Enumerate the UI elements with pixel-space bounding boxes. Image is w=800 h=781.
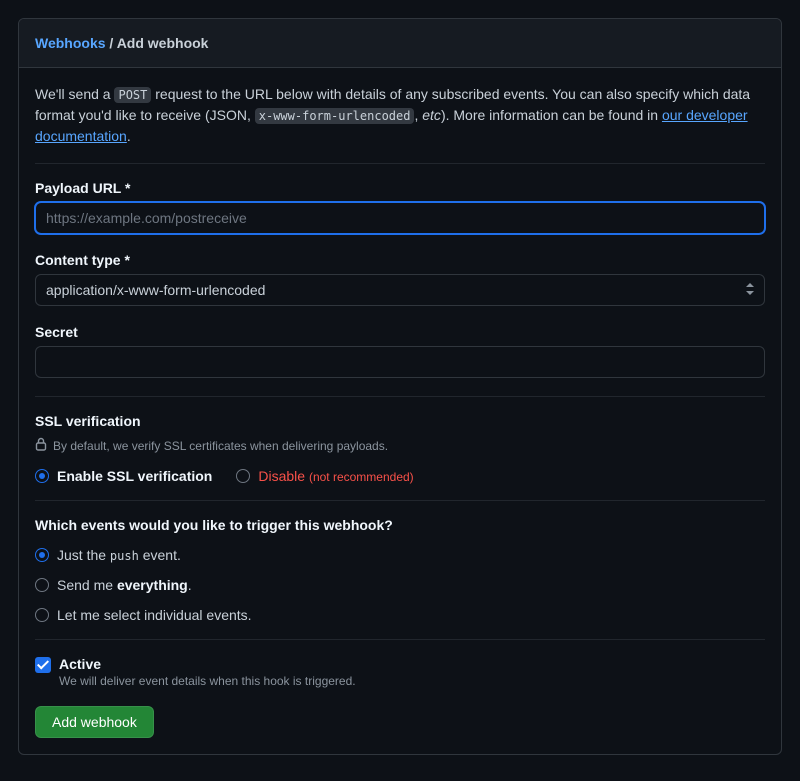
ssl-disable-radio[interactable]: Disable (not recommended) — [236, 468, 413, 484]
active-label: Active — [59, 656, 356, 672]
ssl-enable-radio-input[interactable] — [35, 469, 49, 483]
intro-text: We'll send a POST request to the URL bel… — [35, 84, 765, 147]
breadcrumb-separator: / — [109, 35, 116, 51]
post-code: POST — [114, 87, 151, 103]
add-webhook-panel: Webhooks / Add webhook We'll send a POST… — [18, 18, 782, 755]
active-desc: We will deliver event details when this … — [59, 674, 356, 688]
ssl-note: By default, we verify SSL certificates w… — [35, 437, 765, 454]
events-push-radio[interactable]: Just the push event. — [35, 547, 765, 563]
ssl-disable-radio-input[interactable] — [236, 469, 250, 483]
events-push-radio-input[interactable] — [35, 548, 49, 562]
payload-url-input[interactable] — [35, 202, 765, 234]
add-webhook-button[interactable]: Add webhook — [35, 706, 154, 738]
urlencoded-code: x-www-form-urlencoded — [255, 108, 415, 124]
events-heading: Which events would you like to trigger t… — [35, 517, 765, 533]
lock-icon — [35, 437, 47, 454]
divider — [35, 500, 765, 501]
secret-label: Secret — [35, 324, 765, 340]
payload-url-label: Payload URL * — [35, 180, 765, 196]
breadcrumb-current: Add webhook — [117, 35, 209, 51]
panel-header: Webhooks / Add webhook — [19, 19, 781, 68]
events-everything-radio-input[interactable] — [35, 578, 49, 592]
ssl-heading: SSL verification — [35, 413, 765, 429]
ssl-enable-radio[interactable]: Enable SSL verification — [35, 468, 212, 484]
content-type-label: Content type * — [35, 252, 765, 268]
divider — [35, 396, 765, 397]
panel-body: We'll send a POST request to the URL bel… — [19, 68, 781, 754]
content-type-select[interactable]: application/x-www-form-urlencoded — [35, 274, 765, 306]
divider — [35, 163, 765, 164]
events-individual-radio[interactable]: Let me select individual events. — [35, 607, 765, 623]
active-checkbox[interactable] — [35, 657, 51, 673]
breadcrumb-webhooks-link[interactable]: Webhooks — [35, 35, 106, 51]
secret-input[interactable] — [35, 346, 765, 378]
divider — [35, 639, 765, 640]
events-individual-radio-input[interactable] — [35, 608, 49, 622]
events-everything-radio[interactable]: Send me everything. — [35, 577, 765, 593]
